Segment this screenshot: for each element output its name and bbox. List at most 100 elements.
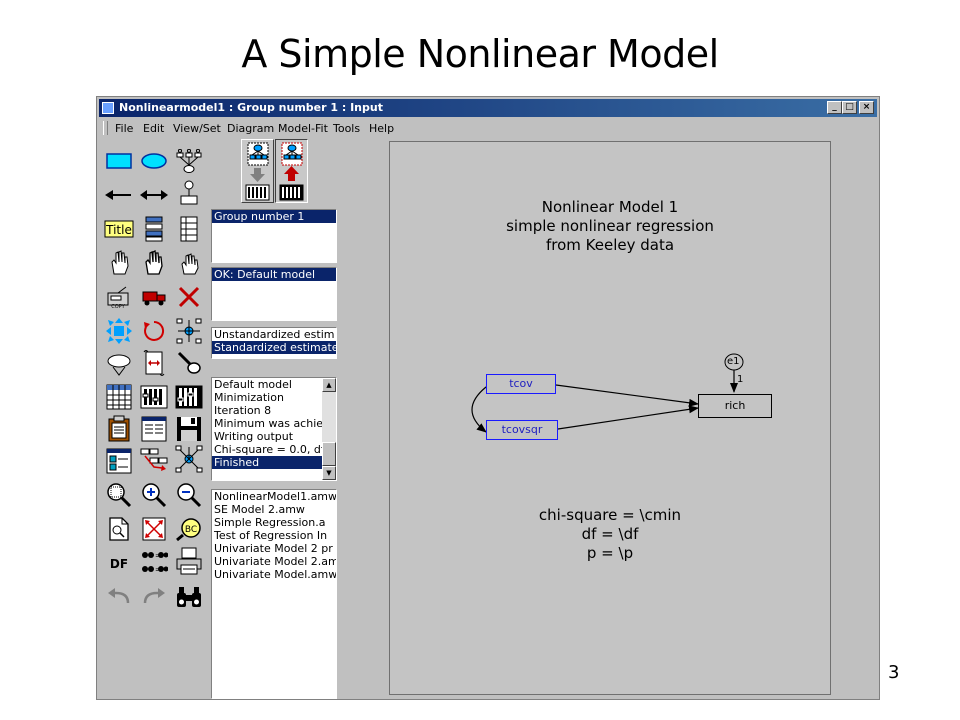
draw-path-arrow-icon[interactable] [104, 181, 134, 209]
select-data-files-icon[interactable] [104, 383, 134, 411]
zoom-out-icon[interactable] [174, 481, 204, 509]
calculate-estimates-icon[interactable] [174, 383, 204, 411]
message-line: Default model [214, 378, 292, 391]
preserve-symmetries-icon[interactable] [174, 445, 204, 473]
amos-window: Nonlinearmodel1 : Group number 1 : Input… [96, 96, 880, 700]
move-parameter-icon[interactable] [104, 351, 134, 379]
menu-help[interactable]: Help [369, 122, 394, 135]
toolbox: Title COPY BC DF = = [99, 139, 207, 699]
diagram-canvas[interactable]: Nonlinear Model 1 simple nonlinear regre… [342, 139, 878, 699]
unstandardized-estimates-item[interactable]: Unstandardized estim [212, 328, 336, 341]
file-item[interactable]: Test of Regression In [212, 529, 336, 542]
change-shape-icon[interactable] [104, 317, 134, 345]
list-dataset-variables-icon[interactable] [174, 215, 204, 243]
svg-text:BC: BC [185, 525, 197, 535]
message-line: Minimum was achie [214, 417, 324, 430]
list-variables-icon[interactable] [139, 215, 169, 243]
erase-objects-icon[interactable] [174, 283, 204, 311]
select-one-hand-icon[interactable] [104, 249, 134, 277]
analysis-properties-icon[interactable] [139, 383, 169, 411]
copy-to-clipboard-icon[interactable] [104, 415, 134, 443]
fit-to-page-icon[interactable] [139, 515, 169, 543]
duplicate-objects-icon[interactable]: COPY [104, 283, 134, 311]
file-item[interactable]: Univariate Model 2.am [212, 555, 336, 568]
deselect-hand-icon[interactable] [174, 249, 204, 277]
file-item[interactable]: Univariate Model.amw [212, 568, 336, 581]
view-output-button[interactable] [275, 139, 308, 203]
message-line: Writing output [214, 430, 294, 443]
covariance-arrow[interactable] [471, 378, 496, 433]
messages-scrollbar[interactable]: ▲ ▼ [322, 378, 336, 480]
menu-bar: File Edit View/Set Diagram Model-Fit Too… [99, 119, 877, 137]
menu-model-fit[interactable]: Model-Fit [278, 122, 328, 135]
multiple-group-icon[interactable]: = = [139, 549, 169, 577]
specification-search-icon[interactable] [174, 583, 204, 611]
df-tool-label: DF [110, 557, 128, 571]
app-icon[interactable] [102, 102, 114, 114]
estimates-list[interactable]: Unstandardized estim Standardized estima… [211, 327, 337, 359]
fit-line: df = \df [581, 525, 639, 543]
object-properties-icon[interactable] [104, 447, 134, 475]
slide-title: A Simple Nonlinear Model [241, 32, 719, 76]
models-list[interactable]: OK: Default model [211, 267, 337, 321]
degrees-of-freedom-icon[interactable]: DF [104, 549, 134, 577]
magnifier-bc-icon[interactable]: BC [174, 515, 204, 543]
figure-caption-icon[interactable]: Title [104, 215, 134, 243]
draw-observed-variable-icon[interactable] [104, 147, 134, 175]
svg-text:COPY: COPY [111, 304, 125, 309]
variable-tcovsqr[interactable]: tcovsqr [486, 420, 558, 440]
menu-file[interactable]: File [115, 122, 133, 135]
variable-tcov[interactable]: tcov [486, 374, 556, 394]
view-page-icon[interactable] [104, 515, 134, 543]
drag-properties-icon[interactable] [139, 447, 169, 475]
menu-tools[interactable]: Tools [333, 122, 360, 135]
path-tcov-rich[interactable] [555, 384, 699, 407]
message-line: Iteration 8 [214, 404, 272, 417]
diagram-page[interactable]: Nonlinear Model 1 simple nonlinear regre… [389, 141, 831, 695]
view-input-button[interactable] [241, 139, 274, 203]
close-button[interactable]: × [859, 101, 874, 114]
zoom-in-icon[interactable] [139, 481, 169, 509]
scroll-down-arrow-icon[interactable]: ▼ [322, 466, 336, 480]
menu-diagram[interactable]: Diagram [227, 122, 274, 135]
file-item[interactable]: Univariate Model 2 pr [212, 542, 336, 555]
error-weight-label: 1 [737, 374, 744, 385]
minimize-button[interactable]: _ [827, 101, 842, 114]
path-tcovsqr-rich[interactable] [557, 405, 699, 430]
move-objects-icon[interactable] [139, 283, 169, 311]
reflect-indicators-icon[interactable] [174, 317, 204, 345]
scroll-up-arrow-icon[interactable]: ▲ [322, 378, 336, 392]
standardized-estimates-item[interactable]: Standardized estimate [212, 341, 336, 354]
add-unique-variable-icon[interactable] [174, 179, 204, 207]
draw-unobserved-variable-icon[interactable] [139, 147, 169, 175]
save-diagram-icon[interactable] [174, 415, 204, 443]
file-item[interactable]: SE Model 2.amw [212, 503, 336, 516]
title-tool-label: Title [105, 223, 132, 237]
undo-icon[interactable] [104, 583, 134, 611]
files-list[interactable]: NonlinearModel1.amw SE Model 2.amw Simpl… [211, 489, 337, 699]
print-icon[interactable] [174, 547, 204, 575]
variable-rich[interactable]: rich [698, 394, 772, 418]
zoom-selected-icon[interactable] [104, 481, 134, 509]
select-all-hand-icon[interactable] [139, 249, 169, 277]
file-item[interactable]: NonlinearModel1.amw [212, 490, 336, 503]
path-arrows [471, 353, 744, 433]
menu-view-set[interactable]: View/Set [173, 122, 221, 135]
groups-list[interactable]: Group number 1 [211, 209, 337, 263]
group-item[interactable]: Group number 1 [212, 210, 336, 223]
draw-covariance-icon[interactable] [139, 181, 169, 209]
view-text-output-icon[interactable] [139, 415, 169, 443]
fit-statistics-caption[interactable]: chi-square = \cmin df = \df p = \p [410, 506, 810, 563]
draw-latent-indicator-icon[interactable] [174, 147, 204, 175]
scroll-diagram-icon[interactable] [139, 349, 169, 377]
model-panel: Group number 1 OK: Default model Unstand… [209, 139, 341, 699]
window-titlebar[interactable]: Nonlinearmodel1 : Group number 1 : Input… [99, 99, 877, 117]
menu-edit[interactable]: Edit [143, 122, 164, 135]
file-item[interactable]: Simple Regression.a [212, 516, 336, 529]
rotate-indicators-icon[interactable] [139, 317, 169, 345]
model-item[interactable]: OK: Default model [212, 268, 336, 281]
touch-up-icon[interactable] [174, 349, 204, 377]
scroll-thumb[interactable] [322, 442, 336, 466]
redo-icon[interactable] [139, 583, 169, 611]
restore-button[interactable]: □ [842, 101, 857, 114]
